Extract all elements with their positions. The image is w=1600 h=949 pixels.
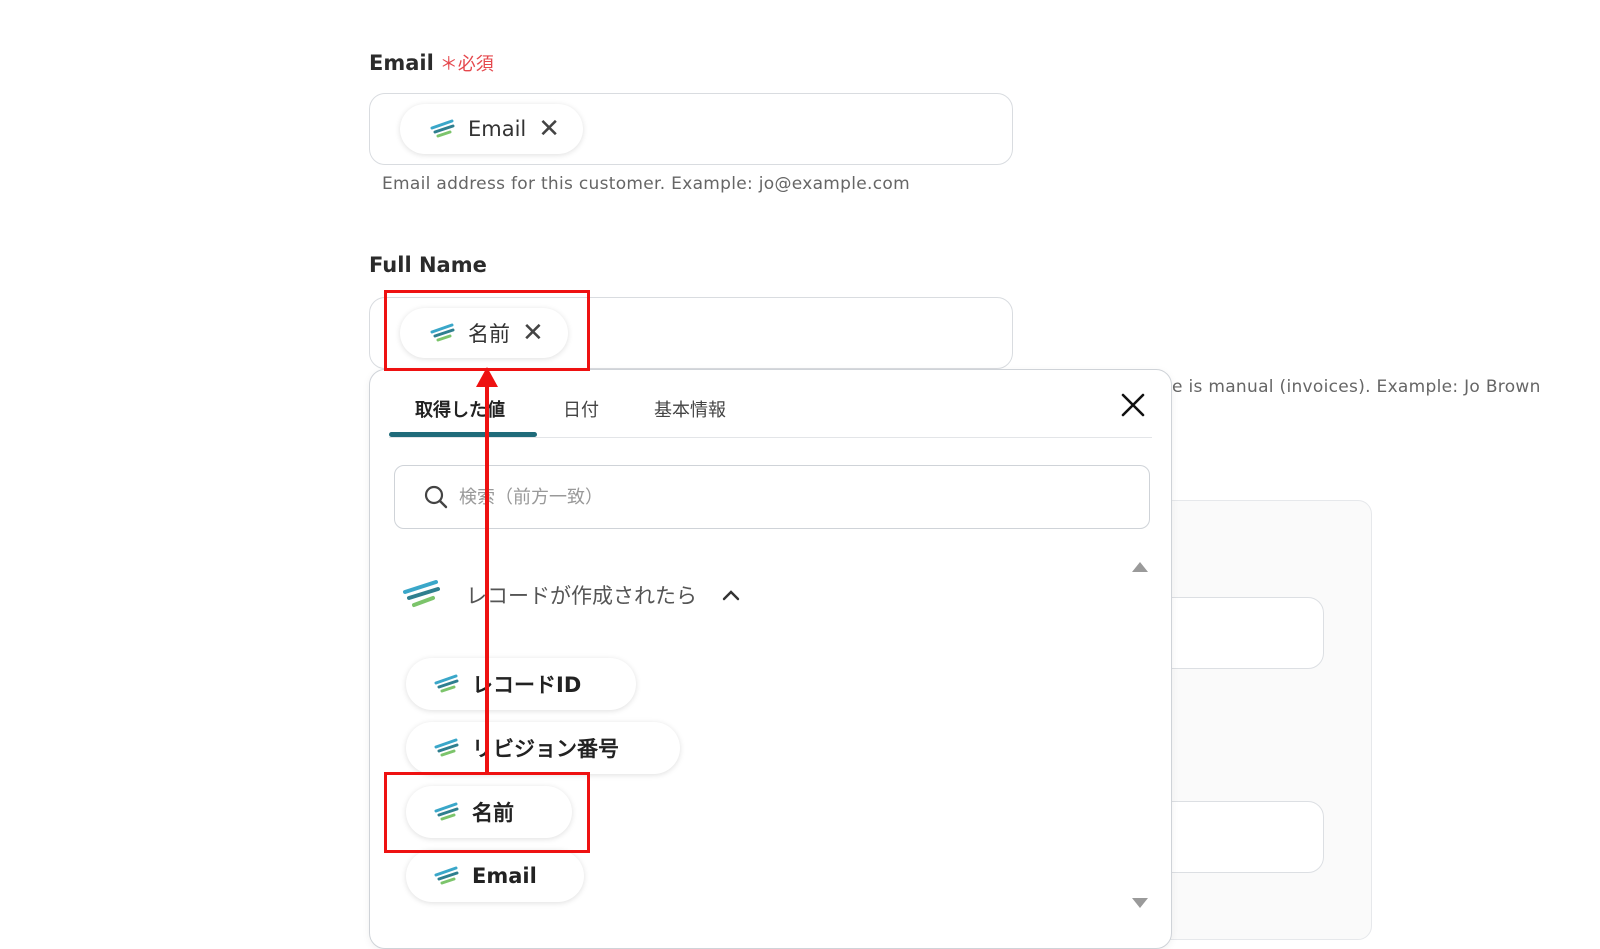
close-icon[interactable]	[1118, 390, 1148, 420]
yoom-wing-icon	[403, 580, 440, 607]
yoom-wing-icon	[430, 119, 455, 138]
tab-basic-info[interactable]: 基本情報	[654, 396, 726, 422]
email-help-text: Email address for this customer. Example…	[382, 174, 910, 194]
list-item-revision-number[interactable]: リビジョン番号	[406, 722, 680, 774]
email-input[interactable]: Email ✕	[369, 93, 1013, 165]
scroll-down-arrow-icon[interactable]	[1130, 896, 1150, 912]
email-chip-label: Email	[468, 117, 527, 141]
yoom-wing-icon	[434, 738, 459, 757]
chevron-up-icon[interactable]	[721, 588, 741, 602]
search-box[interactable]	[394, 465, 1150, 529]
email-label-text: Email	[369, 51, 434, 75]
fullname-label: Full Name	[369, 253, 487, 277]
section-header[interactable]: レコードが作成されたら	[402, 578, 741, 612]
list-item-email[interactable]: Email	[406, 850, 584, 902]
scrollbar[interactable]	[1130, 558, 1150, 918]
email-label: Email ＊必須	[369, 50, 494, 76]
yoom-wing-icon	[434, 866, 459, 885]
search-input[interactable]	[457, 485, 1061, 509]
arrow-annotation	[476, 367, 498, 773]
search-icon	[424, 485, 448, 509]
highlight-box-name-item	[384, 772, 590, 853]
list-item-record-id[interactable]: レコードID	[406, 658, 636, 710]
list-item-label: Email	[472, 864, 537, 888]
tab-date[interactable]: 日付	[563, 396, 599, 422]
remove-chip-icon[interactable]: ✕	[538, 116, 560, 142]
highlight-box-fullname-chip	[384, 290, 590, 371]
scroll-up-arrow-icon[interactable]	[1130, 558, 1150, 574]
email-chip[interactable]: Email ✕	[400, 104, 583, 154]
required-mark: ＊必須	[439, 54, 494, 75]
yoom-wing-icon	[434, 674, 459, 693]
fullname-help-text: e is manual (invoices). Example: Jo Brow…	[1172, 377, 1541, 397]
